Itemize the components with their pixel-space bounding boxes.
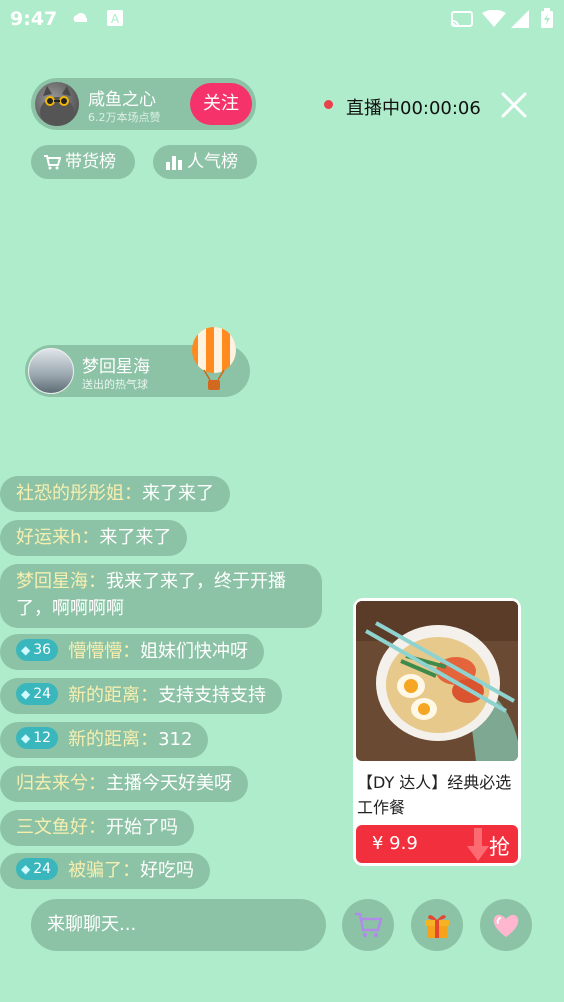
- product-price: ¥ 9.9: [372, 833, 418, 854]
- chat-text: 来了来了: [142, 483, 214, 504]
- chat-text: 开始了吗: [106, 817, 178, 838]
- diamond-icon: ◆: [21, 862, 31, 876]
- follow-button[interactable]: 关注: [190, 83, 252, 125]
- host-avatar[interactable]: [35, 82, 79, 126]
- wifi-icon: [482, 10, 506, 27]
- product-image[interactable]: [356, 601, 518, 761]
- gift-user-name: 梦回星海: [82, 357, 150, 377]
- chat-text: 姐妹们快冲呀: [140, 641, 249, 662]
- cloud-icon: [73, 13, 87, 22]
- chat-username: 被骗了: [68, 860, 123, 881]
- chat-text: 主播今天好美呀: [106, 773, 232, 794]
- heart-icon: [493, 914, 519, 937]
- fan-level: 12: [33, 730, 52, 746]
- cat-avatar-icon: [40, 86, 74, 126]
- goods-rank-label: 带货榜: [65, 152, 116, 172]
- cast-icon: [451, 11, 473, 27]
- battery-icon: [541, 8, 553, 28]
- popular-rank-label: 人气榜: [187, 152, 238, 172]
- gift-icon: [425, 915, 449, 938]
- host-name: 咸鱼之心: [88, 90, 156, 110]
- popular-rank-button[interactable]: 人气榜: [153, 145, 257, 179]
- fan-level-badge: ◆ 24: [16, 858, 59, 880]
- grab-label: 抢: [489, 835, 510, 859]
- chat-separator: ：: [122, 860, 141, 881]
- chat-input[interactable]: 来聊聊天...: [31, 899, 326, 951]
- product-title: 【DY 达人】经典必选工作餐: [357, 773, 512, 817]
- down-arrow-icon: [467, 828, 489, 861]
- fan-level-badge: ◆ 36: [16, 639, 59, 661]
- chat-message: 好运来h：来了来了: [0, 520, 188, 556]
- chat-separator: ：: [81, 527, 100, 548]
- close-icon[interactable]: [500, 91, 528, 119]
- chat-username: 好运来h: [16, 527, 82, 548]
- chat-separator: ：: [124, 483, 142, 504]
- chat-separator: ：: [140, 685, 159, 706]
- chat-message: ◆ 24 被骗了：好吃吗: [0, 853, 211, 889]
- diamond-icon: ◆: [21, 731, 31, 745]
- a-icon: A: [107, 10, 123, 26]
- chat-username: 新的距离: [68, 729, 141, 750]
- chat-separator: ：: [88, 817, 106, 838]
- chat-text: 来了来了: [99, 527, 172, 548]
- chat-separator: ：: [88, 571, 106, 592]
- svg-text:A: A: [111, 12, 120, 26]
- shopping-cart-button[interactable]: [342, 899, 394, 951]
- chat-message: ◆ 12 新的距离：312: [0, 722, 209, 758]
- host-likes: 6.2万本场点赞: [88, 111, 161, 124]
- chat-message: ◆ 24 新的距离：支持支持支持: [0, 678, 283, 714]
- fan-level: 36: [33, 642, 52, 658]
- chat-message: ◆ 36 懵懵懵：姐妹们快冲呀: [0, 634, 265, 670]
- buy-button[interactable]: ¥ 9.9 抢: [356, 825, 518, 863]
- chat-text: 支持支持支持: [158, 685, 267, 706]
- goods-rank-button[interactable]: 带货榜: [31, 145, 135, 179]
- cart-icon: [44, 155, 61, 170]
- diamond-icon: ◆: [21, 643, 31, 657]
- chat-separator: ：: [140, 729, 159, 750]
- chat-text: 好吃吗: [140, 860, 195, 881]
- chat-username: 懵懵懵: [68, 641, 123, 662]
- signal-icon: [511, 10, 529, 28]
- chat-separator: ：: [122, 641, 141, 662]
- gift-button[interactable]: [411, 899, 463, 951]
- chat-message: 归去来兮：主播今天好美呀: [0, 766, 248, 802]
- like-button[interactable]: [480, 899, 532, 951]
- cart-icon: [355, 912, 383, 938]
- chat-username: 归去来兮: [16, 773, 88, 794]
- diamond-icon: ◆: [21, 687, 31, 701]
- fan-level-badge: ◆ 24: [16, 683, 59, 705]
- chat-text: 312: [158, 729, 193, 750]
- live-dot-icon: [324, 100, 333, 109]
- chat-username: 新的距离: [68, 685, 141, 706]
- fan-level-badge: ◆ 12: [16, 727, 59, 749]
- chat-message: 社恐的彤彤姐：来了来了: [0, 476, 230, 512]
- fan-level: 24: [33, 686, 52, 702]
- chat-username: 三文鱼好: [16, 817, 88, 838]
- gift-description: 送出的热气球: [82, 378, 148, 391]
- status-time: 9:47: [10, 8, 58, 30]
- chat-message: 梦回星海：我来了来了，终于开播了，啊啊啊啊: [0, 564, 322, 628]
- chat-separator: ：: [88, 773, 106, 794]
- hot-air-balloon-icon: [192, 327, 236, 390]
- product-card[interactable]: 【DY 达人】经典必选工作餐 ¥ 9.9 抢: [353, 598, 521, 866]
- gift-user-avatar: [28, 348, 74, 394]
- chat-username: 社恐的彤彤姐: [16, 483, 124, 504]
- bar-chart-icon: [166, 156, 182, 170]
- host-card[interactable]: 咸鱼之心 6.2万本场点赞 关注: [31, 78, 256, 130]
- live-status: 直播中00:00:06: [346, 98, 481, 119]
- noodle-bowl-image: [356, 601, 518, 761]
- chat-username: 梦回星海: [16, 571, 88, 592]
- chat-message: 三文鱼好：开始了吗: [0, 810, 194, 846]
- fan-level: 24: [33, 861, 52, 877]
